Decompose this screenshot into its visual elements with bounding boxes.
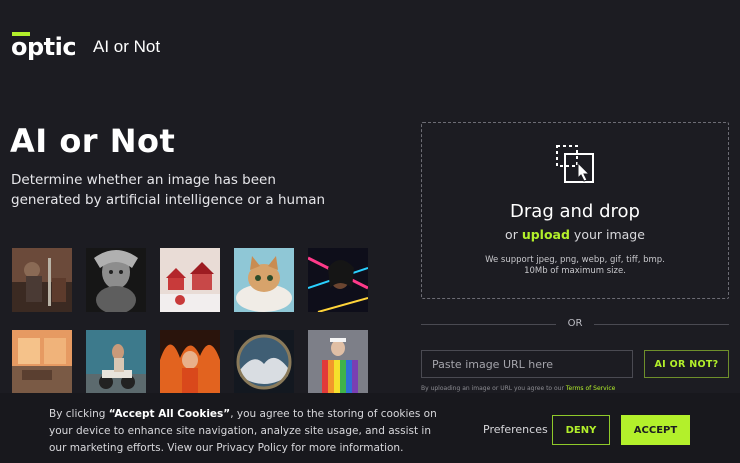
- image-url-input[interactable]: [421, 350, 633, 378]
- header: optic AI or Not: [11, 28, 160, 62]
- or-divider: OR: [421, 318, 729, 332]
- deny-button[interactable]: DENY: [552, 415, 610, 445]
- cookie-banner: By clicking “Accept All Cookies”, you ag…: [0, 393, 740, 463]
- optic-logo[interactable]: optic: [11, 30, 83, 60]
- sample-image-neon-portrait[interactable]: [308, 248, 368, 312]
- size-limit: 10Mb of maximum size.: [524, 266, 626, 276]
- cookie-rest: , you agree to the storing of cookies on…: [49, 408, 437, 454]
- drag-drop-icon: [556, 145, 596, 185]
- dropzone-title: Drag and drop: [510, 201, 640, 222]
- sample-image-pope-rainbow[interactable]: [308, 330, 368, 394]
- image-dropzone[interactable]: Drag and drop or upload your image We su…: [421, 122, 729, 299]
- sample-image-scooter-rider[interactable]: [86, 330, 146, 394]
- cookie-prefix: By clicking: [49, 408, 106, 420]
- preferences-button[interactable]: Preferences: [483, 423, 548, 436]
- sample-image-child-fire[interactable]: [160, 330, 220, 394]
- accept-button[interactable]: ACCEPT: [621, 415, 690, 445]
- page-description: Determine whether an image has been gene…: [11, 172, 326, 208]
- product-name: AI or Not: [93, 37, 161, 56]
- divider-line-right: [594, 324, 729, 325]
- terms-prefix: By uploading an image or URL you agree t…: [421, 385, 564, 392]
- sample-image-round-landscape[interactable]: [234, 330, 294, 394]
- cookie-accept-all-quote: “Accept All Cookies”: [108, 408, 231, 420]
- dropzone-subtitle: or upload your image: [422, 227, 728, 242]
- page-title: AI or Not: [10, 122, 176, 160]
- cookie-message: By clicking “Accept All Cookies”, you ag…: [49, 406, 449, 457]
- sample-image-sunset-room[interactable]: [12, 330, 72, 394]
- format-note: We support jpeg, png, webp, gif, tiff, b…: [422, 255, 728, 277]
- sample-image-cat-in-clouds[interactable]: [234, 248, 294, 312]
- sample-image-armored-warrior[interactable]: [12, 248, 72, 312]
- logo-text: optic: [11, 33, 77, 61]
- terms-notice: By uploading an image or URL you agree t…: [421, 385, 615, 392]
- sample-image-red-village[interactable]: [160, 248, 220, 312]
- supported-formats: We support jpeg, png, webp, gif, tiff, b…: [485, 255, 665, 265]
- sample-image-alien-bust[interactable]: [86, 248, 146, 312]
- upload-link[interactable]: upload: [522, 227, 570, 242]
- or-word: or: [505, 227, 518, 242]
- terms-link[interactable]: Terms of Service: [566, 385, 615, 392]
- ai-or-not-button[interactable]: AI OR NOT?: [644, 350, 729, 378]
- upload-suffix: your image: [573, 227, 645, 242]
